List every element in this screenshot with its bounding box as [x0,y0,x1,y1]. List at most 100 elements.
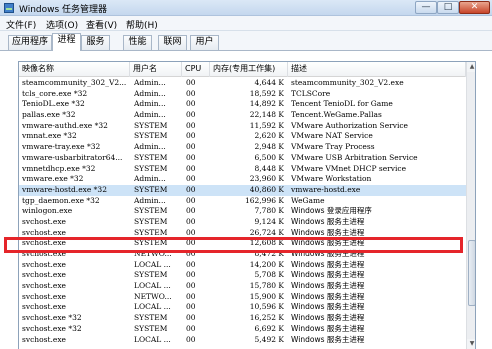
process-user: SYSTEM [134,216,168,226]
process-description: Windows 服务主进程 [291,216,365,226]
process-row[interactable]: vmware-hostd.exe *32 SYSTEM 00 40,860 K vmwa… [19,184,466,196]
process-description: VMware Workstation [291,174,372,184]
process-name: svchost.exe [22,281,66,291]
vertical-scrollbar[interactable]: ▲ ▼ [466,62,475,349]
menu-file[interactable]: 文件(F) [6,18,36,31]
scroll-up-arrow-icon[interactable]: ▲ [467,62,475,72]
process-description: Tencent TenioDL for Game [291,99,393,109]
process-description: Windows 服务主进程 [291,323,365,333]
scrollbar-thumb[interactable] [468,240,475,306]
process-memory: 40,860 K [249,184,284,194]
column-memory[interactable]: 内存(专用工作集) [210,62,288,77]
tab-performance[interactable]: 性能 [123,35,152,50]
process-cpu: 00 [186,259,196,269]
tab-services[interactable]: 服务 [81,35,110,50]
process-row[interactable]: steamcommunity_302_V2... Admin... 00 4,644 … [19,78,466,89]
process-user: Admin... [134,110,166,120]
process-row[interactable]: pallas.exe *32 Admin... 00 22,148 K Tencent.… [19,110,466,121]
process-name: vmnetdhcp.exe *32 [22,163,96,173]
process-memory: 16,252 K [249,313,284,323]
minimize-button[interactable]: — [415,1,437,14]
column-description[interactable]: 描述 [288,62,466,77]
process-row[interactable]: vmware.exe *32 Admin... 00 23,960 K VMware W… [19,174,466,185]
process-user: LOCAL ... [134,334,171,344]
process-memory: 9,124 K [254,216,284,226]
process-name: svchost.exe *32 [22,313,82,323]
process-description: Windows 服务主进程 [291,259,365,269]
task-manager-icon [4,3,14,13]
process-user: SYSTEM [134,270,168,280]
process-row[interactable]: svchost.exe NETWO... 00 15,900 K Windows 服务主… [19,292,466,303]
process-row[interactable]: vmnat.exe *32 SYSTEM 00 2,620 K VMware NAT S… [19,131,466,142]
process-row[interactable]: vmnetdhcp.exe *32 SYSTEM 00 8,448 K VMware V… [19,164,466,175]
process-row[interactable]: tcls_core.exe *32 Admin... 00 18,592 K TCLSC… [19,89,466,100]
process-name: vmnat.exe *32 [22,131,77,141]
process-user: SYSTEM [134,184,168,194]
menu-options[interactable]: 选项(O) [46,18,78,31]
process-user: LOCAL ... [134,302,171,312]
process-name: vmware-usbarbitrator64... [22,152,123,162]
scroll-down-arrow-icon[interactable]: ▼ [467,339,475,349]
process-row[interactable]: vmware-usbarbitrator64... SYSTEM 00 6,500 K… [19,153,466,164]
process-list[interactable]: 映像名称 用户名 CPU 内存(专用工作集) 描述 steamcommunity… [18,61,476,349]
process-memory: 5,708 K [254,270,284,280]
menu-help[interactable]: 帮助(H) [126,18,158,31]
process-cpu: 00 [186,302,196,312]
process-name: vmware-tray.exe *32 [22,142,101,152]
column-user-name[interactable]: 用户名 [130,62,182,77]
process-memory: 4,644 K [254,78,284,87]
process-cpu: 00 [186,152,196,162]
process-user: SYSTEM [134,323,168,333]
process-name: svchost.exe [22,291,66,301]
process-row[interactable]: svchost.exe LOCAL ... 00 5,492 K Windows 服务主… [19,335,466,346]
process-name: svchost.exe *32 [22,323,82,333]
process-memory: 2,620 K [254,131,284,141]
column-cpu[interactable]: CPU [182,62,210,77]
tab-processes[interactable]: 进程 [52,33,81,51]
process-cpu: 00 [186,313,196,323]
process-memory: 15,780 K [249,281,284,291]
process-description: VMware Authorization Service [291,120,408,130]
process-row[interactable]: svchost.exe SYSTEM 00 5,708 K Windows 服务主进程 [19,270,466,281]
process-row[interactable]: svchost.exe *32 SYSTEM 00 16,252 K Windows 服… [19,313,466,324]
process-user: SYSTEM [134,313,168,323]
process-name: tcls_core.exe *32 [22,88,88,98]
process-user: Admin... [134,88,166,98]
column-image-name[interactable]: 映像名称 [19,62,130,77]
close-button[interactable]: ✕ [459,1,490,14]
process-cpu: 00 [186,281,196,291]
tab-users[interactable]: 用户 [190,35,219,50]
window-title: Windows 任务管理器 [19,5,108,15]
process-row[interactable]: vmware-authd.exe *32 SYSTEM 00 11,592 K VMwa… [19,121,466,132]
process-cpu: 00 [186,110,196,120]
process-user: Admin... [134,78,166,87]
process-row[interactable]: TenioDL.exe *32 Admin... 00 14,892 K Tencent… [19,99,466,110]
process-description: Windows 服务主进程 [291,334,365,344]
process-row[interactable]: svchost.exe *32 SYSTEM 00 6,692 K Windows 服务… [19,324,466,335]
column-header: 映像名称 用户名 CPU 内存(专用工作集) 描述 [19,62,466,77]
maximize-button[interactable]: □ [437,1,459,14]
process-cpu: 00 [186,120,196,130]
process-row[interactable]: svchost.exe LOCAL ... 00 10,596 K Windows 服务… [19,302,466,313]
process-row[interactable]: winlogon.exe SYSTEM 00 7,780 K Windows 登录应用程… [19,206,466,217]
process-description: VMware Tray Process [291,142,375,152]
process-row[interactable]: vmware-tray.exe *32 Admin... 00 2,948 K VMwa… [19,142,466,153]
process-description: vmware-hostd.exe [291,184,361,194]
process-description: Windows 服务主进程 [291,281,365,291]
process-memory: 5,492 K [254,334,284,344]
process-user: SYSTEM [134,152,168,162]
process-description: Windows 服务主进程 [291,302,365,312]
process-row[interactable]: svchost.exe LOCAL ... 00 15,780 K Windows 服务… [19,281,466,292]
process-cpu: 00 [186,270,196,280]
process-row[interactable]: svchost.exe SYSTEM 00 9,124 K Windows 服务主进程 [19,217,466,228]
process-description: Windows 服务主进程 [291,270,365,280]
tab-applications[interactable]: 应用程序 [8,35,52,50]
process-memory: 2,948 K [254,142,284,152]
process-user: Admin... [134,142,166,152]
tab-networking[interactable]: 联网 [158,35,187,50]
process-description: Windows 服务主进程 [291,313,365,323]
process-memory: 11,592 K [249,120,284,130]
menu-view[interactable]: 查看(V) [86,18,117,31]
process-row[interactable]: tgp_daemon.exe *32 Admin... 00 162,996 K WeG… [19,196,466,207]
process-row[interactable]: svchost.exe LOCAL ... 00 14,200 K Windows 服务… [19,260,466,271]
